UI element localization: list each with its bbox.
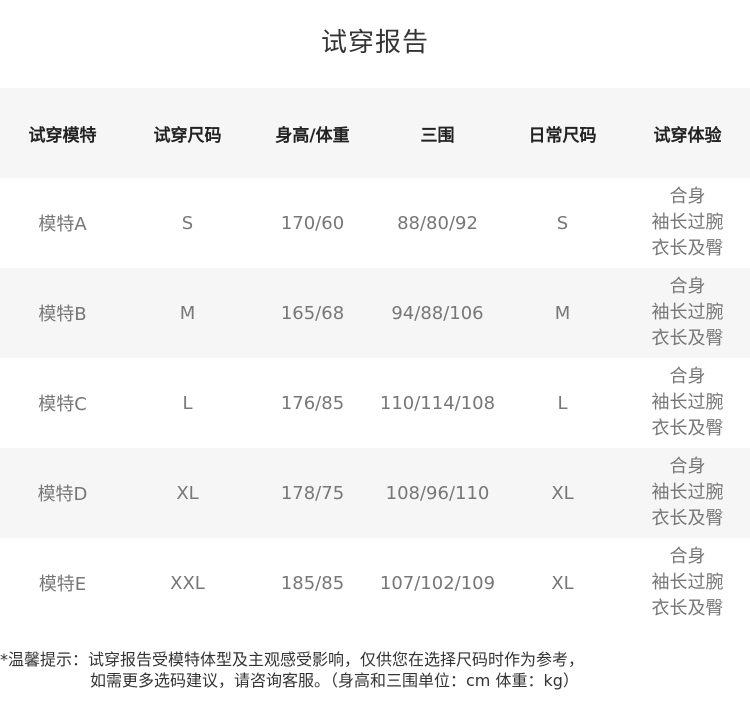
cell-experience: 合身 袖长过腕 衣长及臀 [625, 448, 750, 538]
table-row: 模特E XXL 185/85 107/102/109 XL 合身 袖长过腕 衣长… [0, 538, 750, 628]
cell-measurements: 88/80/92 [375, 178, 500, 268]
table-row: 模特B M 165/68 94/88/106 M 合身 袖长过腕 衣长及臀 [0, 268, 750, 358]
cell-measurements: 108/96/110 [375, 448, 500, 538]
cell-size: S [125, 178, 250, 268]
table-row: 模特C L 176/85 110/114/108 L 合身 袖长过腕 衣长及臀 [0, 358, 750, 448]
cell-model: 模特C [0, 358, 125, 448]
experience-line: 合身 [669, 276, 706, 297]
cell-experience: 合身 袖长过腕 衣长及臀 [625, 178, 750, 268]
experience-line: 衣长及臀 [651, 238, 724, 259]
experience-line: 袖长过腕 [651, 572, 724, 593]
experience-line: 合身 [669, 456, 706, 477]
header-measurements: 三围 [375, 88, 500, 178]
header-size: 试穿尺码 [125, 88, 250, 178]
cell-size: L [125, 358, 250, 448]
note-line-2: 如需更多选码建议，请咨询客服。（身高和三围单位：cm 体重：kg） [90, 671, 579, 690]
cell-model: 模特E [0, 538, 125, 628]
cell-measurements: 107/102/109 [375, 538, 500, 628]
cell-size: XL [125, 448, 250, 538]
experience-line: 袖长过腕 [651, 482, 724, 503]
page-title: 试穿报告 [320, 28, 429, 58]
experience-line: 衣长及臀 [651, 508, 724, 529]
experience-line: 合身 [669, 366, 706, 387]
cell-experience: 合身 袖长过腕 衣长及臀 [625, 358, 750, 448]
cell-daily-size: XL [500, 448, 625, 538]
cell-height-weight: 165/68 [250, 268, 375, 358]
experience-line: 袖长过腕 [651, 302, 724, 323]
cell-height-weight: 176/85 [250, 358, 375, 448]
cell-model: 模特D [0, 448, 125, 538]
cell-model: 模特A [0, 178, 125, 268]
cell-experience: 合身 袖长过腕 衣长及臀 [625, 268, 750, 358]
experience-line: 衣长及臀 [651, 418, 724, 439]
table-row: 模特D XL 178/75 108/96/110 XL 合身 袖长过腕 衣长及臀 [0, 448, 750, 538]
header-model: 试穿模特 [0, 88, 125, 178]
table-row: 模特A S 170/60 88/80/92 S 合身 袖长过腕 衣长及臀 [0, 178, 750, 268]
cell-height-weight: 170/60 [250, 178, 375, 268]
experience-line: 袖长过腕 [651, 212, 724, 233]
experience-line: 衣长及臀 [651, 328, 724, 349]
cell-size: M [125, 268, 250, 358]
experience-line: 合身 [669, 546, 706, 567]
note-line-1: *温馨提示：试穿报告受模特体型及主观感受影响，仅供您在选择尺码时作为参考， [0, 650, 585, 669]
cell-model: 模特B [0, 268, 125, 358]
cell-daily-size: L [500, 358, 625, 448]
cell-daily-size: S [500, 178, 625, 268]
table-header-row: 试穿模特 试穿尺码 身高/体重 三围 日常尺码 试穿体验 [0, 88, 750, 178]
header-daily-size: 日常尺码 [500, 88, 625, 178]
header-experience: 试穿体验 [625, 88, 750, 178]
fit-report-table: 试穿模特 试穿尺码 身高/体重 三围 日常尺码 试穿体验 模特A S 170/6… [0, 88, 750, 628]
cell-daily-size: XL [500, 538, 625, 628]
header-height-weight: 身高/体重 [250, 88, 375, 178]
cell-measurements: 94/88/106 [375, 268, 500, 358]
experience-line: 袖长过腕 [651, 392, 724, 413]
experience-line: 衣长及臀 [651, 598, 724, 619]
cell-daily-size: M [500, 268, 625, 358]
cell-experience: 合身 袖长过腕 衣长及臀 [625, 538, 750, 628]
cell-size: XXL [125, 538, 250, 628]
size-note: *温馨提示：试穿报告受模特体型及主观感受影响，仅供您在选择尺码时作为参考， 如需… [0, 649, 750, 691]
experience-line: 合身 [669, 186, 706, 207]
cell-height-weight: 178/75 [250, 448, 375, 538]
cell-measurements: 110/114/108 [375, 358, 500, 448]
cell-height-weight: 185/85 [250, 538, 375, 628]
